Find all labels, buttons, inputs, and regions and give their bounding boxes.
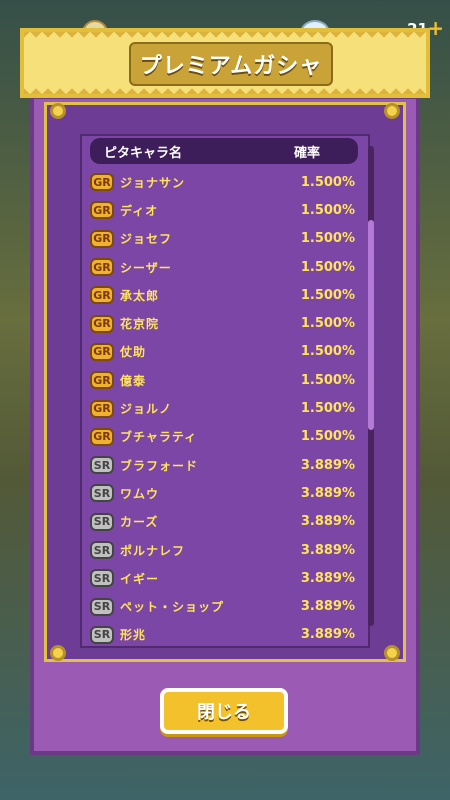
sr-rank-icon: SR bbox=[90, 512, 114, 531]
character-name: ブチャラティ bbox=[120, 430, 198, 445]
scrollbar-thumb[interactable] bbox=[368, 220, 374, 430]
character-name: ブラフォード bbox=[120, 458, 199, 473]
sr-rank-icon: SR bbox=[90, 597, 114, 616]
gr-rank-icon: GR bbox=[90, 258, 114, 277]
page-title: プレミアムガシャ bbox=[139, 54, 323, 79]
gr-rank-icon: GR bbox=[90, 201, 114, 220]
gr-rank-icon: GR bbox=[90, 229, 114, 248]
list-item: GR ジョセフ 1.500% bbox=[90, 225, 360, 253]
sr-rank-icon: SR bbox=[90, 625, 114, 644]
close-button-label: 閉じる bbox=[197, 702, 251, 723]
drop-rate: 1.500% bbox=[300, 287, 355, 303]
drop-rate: 1.500% bbox=[300, 231, 355, 247]
character-name: 形兆 bbox=[120, 628, 147, 643]
character-name: ワムウ bbox=[120, 486, 160, 501]
title-banner: プレミアムガシャ bbox=[20, 28, 430, 98]
drop-rate: 1.500% bbox=[300, 372, 355, 388]
drop-rate: 1.500% bbox=[300, 429, 355, 445]
gr-rank-icon: GR bbox=[90, 399, 114, 418]
character-name: ポルナレフ bbox=[120, 543, 186, 558]
character-name: ディオ bbox=[120, 203, 159, 218]
drop-rate: 1.500% bbox=[300, 174, 355, 190]
drop-rate: 1.500% bbox=[300, 344, 355, 360]
drop-rate: 3.889% bbox=[300, 599, 355, 615]
list-item: SR ワムウ 3.889% bbox=[90, 479, 360, 507]
list-item: SR ペット・ショップ 3.889% bbox=[90, 592, 360, 620]
list-item: SR 形兆 3.889% bbox=[90, 621, 360, 649]
drop-rate: 1.500% bbox=[300, 316, 355, 332]
title-plate: プレミアムガシャ bbox=[129, 42, 333, 86]
list-item: GR ブチャラティ 1.500% bbox=[90, 423, 360, 451]
list-item: SR ポルナレフ 3.889% bbox=[90, 536, 360, 564]
list-item: GR 花京院 1.500% bbox=[90, 309, 360, 337]
list-item: SR イギー 3.889% bbox=[90, 564, 360, 592]
drop-rate: 3.889% bbox=[300, 570, 355, 586]
gr-rank-icon: GR bbox=[90, 427, 114, 446]
drop-rate: 3.889% bbox=[300, 542, 355, 558]
drop-rate: 3.889% bbox=[300, 457, 355, 473]
character-name: ジョナサン bbox=[120, 175, 186, 190]
character-name: カーズ bbox=[120, 515, 159, 530]
character-name: 億泰 bbox=[120, 373, 147, 388]
character-name: 花京院 bbox=[120, 317, 160, 332]
corner-ornament-icon bbox=[384, 645, 400, 661]
sr-rank-icon: SR bbox=[90, 569, 114, 588]
header-rate: 確率 bbox=[294, 145, 321, 161]
character-name: シーザー bbox=[120, 260, 172, 275]
list-item: GR ジョルノ 1.500% bbox=[90, 394, 360, 422]
list-item: GR シーザー 1.500% bbox=[90, 253, 360, 281]
character-name: ジョセフ bbox=[120, 232, 173, 247]
close-button[interactable]: 閉じる bbox=[160, 688, 288, 734]
list-item: SR カーズ 3.889% bbox=[90, 508, 360, 536]
drop-rate: 3.889% bbox=[300, 485, 355, 501]
header-character-name: ピタキャラ名 bbox=[104, 145, 183, 161]
gr-rank-icon: GR bbox=[90, 173, 114, 192]
sr-rank-icon: SR bbox=[90, 456, 114, 475]
list-item: GR 仗助 1.500% bbox=[90, 338, 360, 366]
gr-rank-icon: GR bbox=[90, 286, 114, 305]
drop-rate: 1.500% bbox=[300, 401, 355, 417]
character-name: ペット・ショップ bbox=[120, 600, 225, 615]
character-name: 承太郎 bbox=[120, 288, 160, 303]
sr-rank-icon: SR bbox=[90, 484, 114, 503]
corner-ornament-icon bbox=[50, 103, 66, 119]
drop-rate: 3.889% bbox=[300, 514, 355, 530]
list-item: GR ジョナサン 1.500% bbox=[90, 168, 360, 196]
character-name: ジョルノ bbox=[120, 402, 173, 417]
character-name: イギー bbox=[120, 571, 160, 586]
corner-ornament-icon bbox=[384, 103, 400, 119]
drop-rate: 1.500% bbox=[300, 259, 355, 275]
gr-rank-icon: GR bbox=[90, 371, 114, 390]
sr-rank-icon: SR bbox=[90, 541, 114, 559]
drop-rate: 1.500% bbox=[300, 202, 355, 218]
list-item: SR ブラフォード 3.889% bbox=[90, 451, 360, 479]
list-item: GR 億泰 1.500% bbox=[90, 366, 360, 394]
list-rows: GR ジョナサン 1.500% GR ディオ 1.500% GR ジョセフ 1.500% GR シー… bbox=[90, 168, 360, 649]
gr-rank-icon: GR bbox=[90, 314, 114, 333]
list-header: ピタキャラ名 確率 bbox=[90, 138, 358, 164]
corner-ornament-icon bbox=[50, 645, 66, 661]
drop-rate: 3.889% bbox=[300, 627, 355, 643]
character-name: 仗助 bbox=[120, 345, 147, 360]
list-item: GR ディオ 1.500% bbox=[90, 196, 360, 224]
gr-rank-icon: GR bbox=[90, 342, 114, 361]
list-item: GR 承太郎 1.500% bbox=[90, 281, 360, 309]
